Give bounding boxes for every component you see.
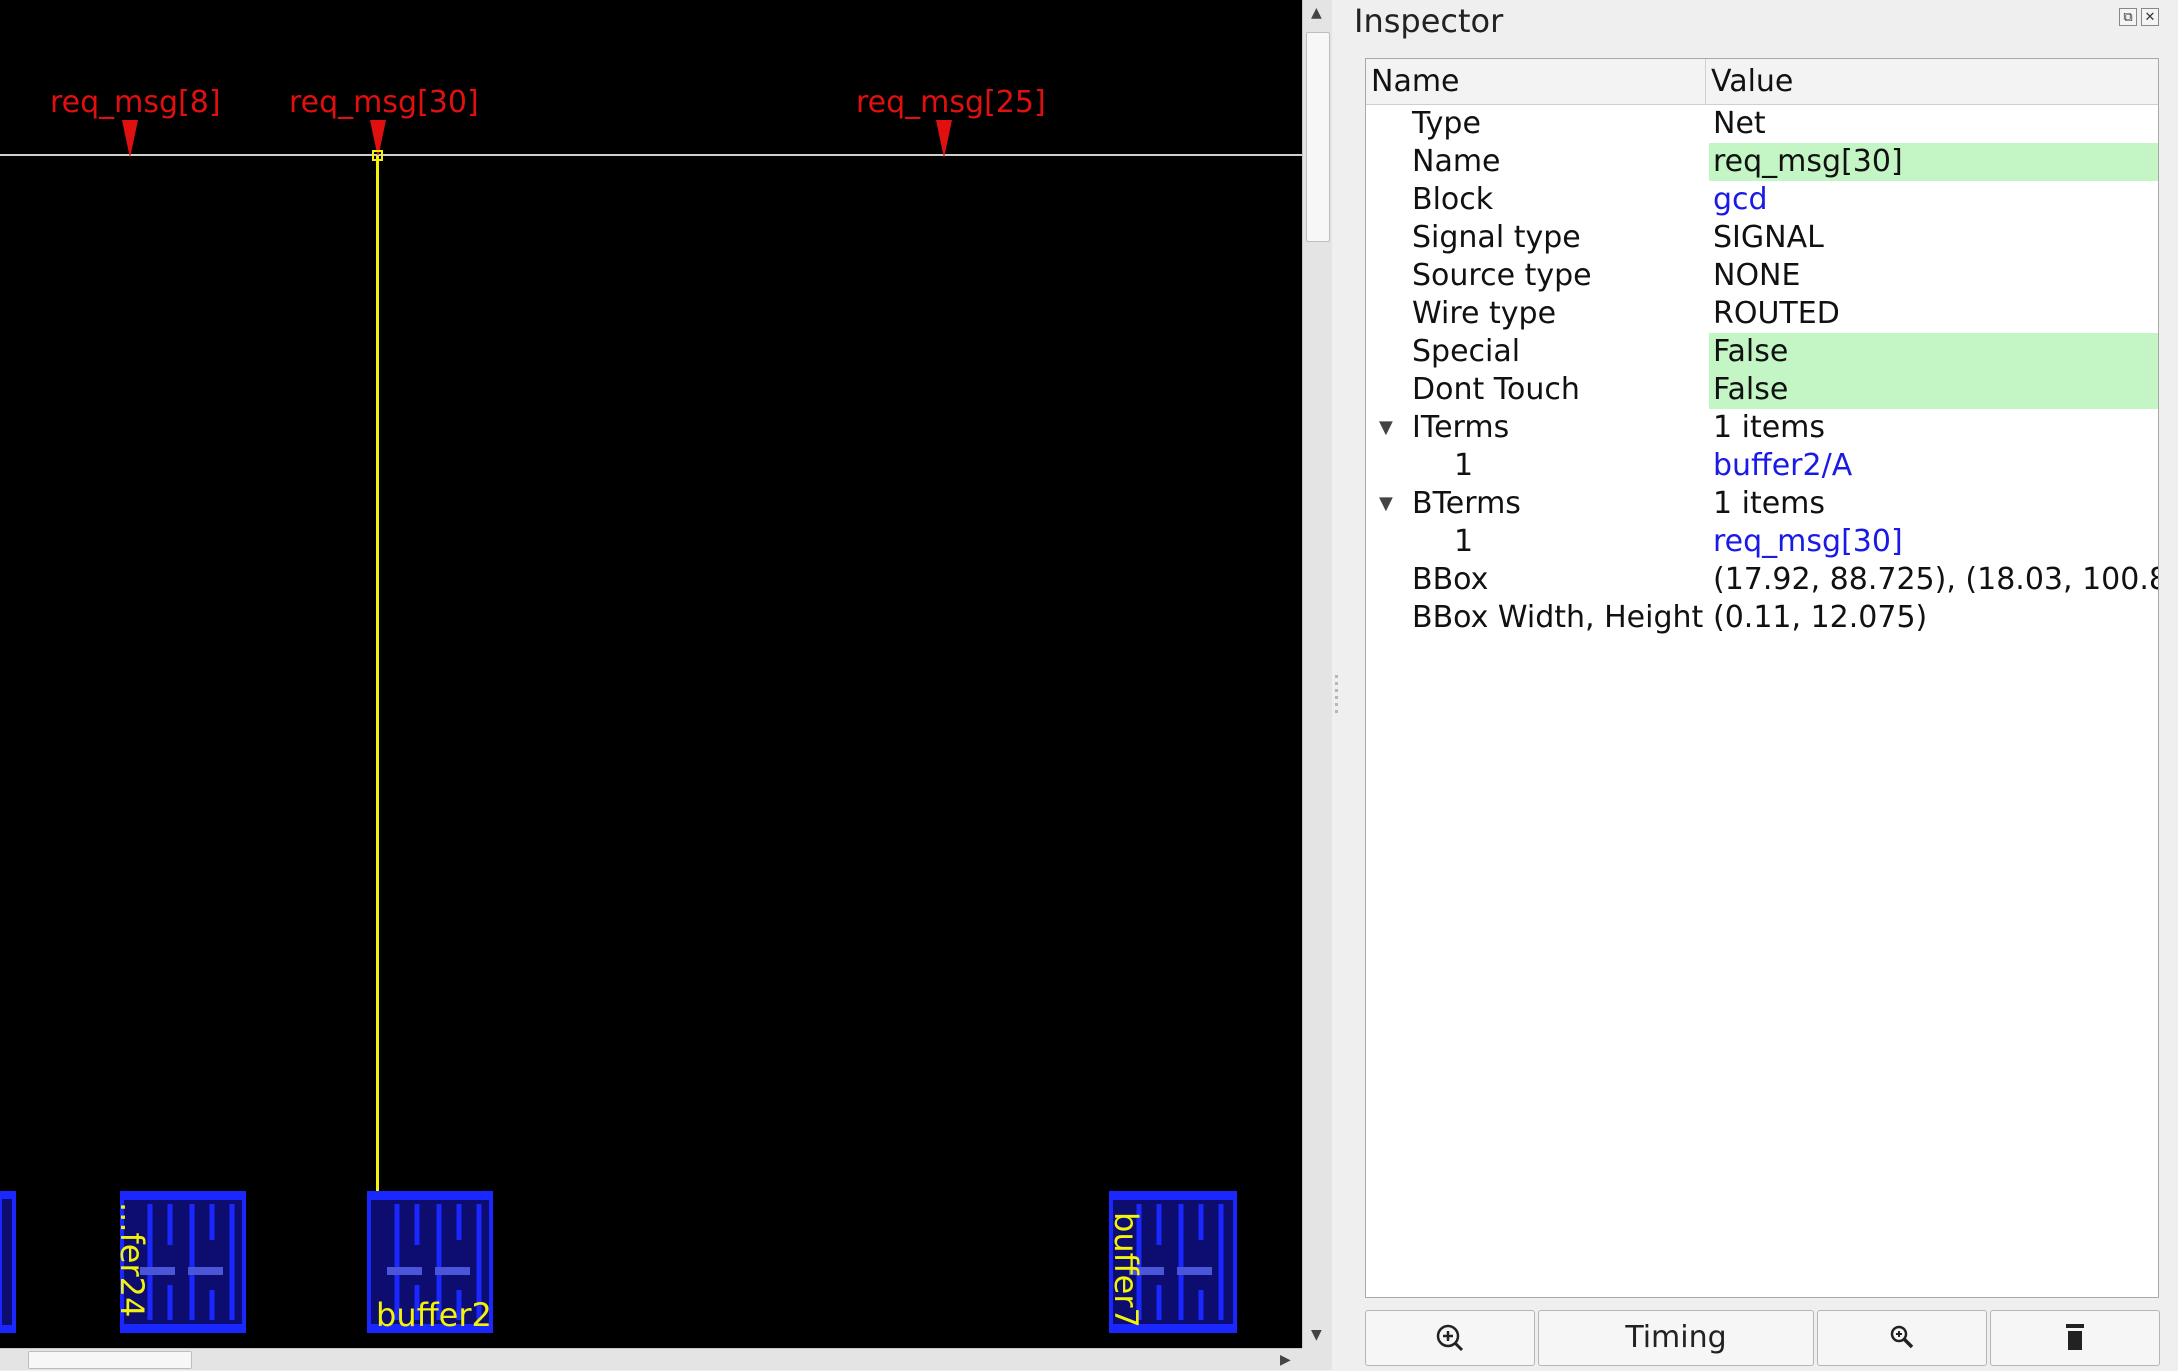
tree-row-bterm-1[interactable]: 1 req_msg[30] — [1366, 523, 2158, 561]
row-value-editable[interactable]: False — [1709, 333, 2158, 371]
inspector-title: Inspector — [1354, 2, 1504, 40]
row-name: Source type — [1412, 258, 1592, 293]
row-name: BTerms — [1412, 486, 1521, 521]
row-name: Type — [1412, 106, 1481, 141]
clear-selection-button[interactable] — [1990, 1310, 2160, 1366]
tree-row-bbox[interactable]: BBox (17.92, 88.725), (18.03, 100.8) — [1366, 561, 2158, 599]
row-name: Special — [1412, 334, 1521, 369]
row-value-editable[interactable]: False — [1709, 371, 2158, 409]
row-value: (17.92, 88.725), (18.03, 100.8) — [1713, 562, 2159, 597]
timing-button[interactable]: Timing — [1538, 1310, 1814, 1366]
row-value: (0.11, 12.075) — [1713, 600, 1928, 635]
row-value-link[interactable]: buffer2/A — [1709, 447, 2158, 485]
tree-row-block[interactable]: Block gcd — [1366, 181, 2158, 219]
inspector-dock: Inspector ⧉ ✕ Name Value Type Net Name r… — [1342, 0, 2178, 1370]
tree-row-bbox-size[interactable]: BBox Width, Height (0.11, 12.075) — [1366, 599, 2158, 637]
dock-float-icon[interactable]: ⧉ — [2119, 8, 2137, 26]
row-value: Net — [1713, 106, 1766, 141]
row-name: 1 — [1454, 524, 1474, 559]
splitter-grip-icon — [1335, 675, 1338, 715]
scroll-up-arrow-icon[interactable]: ▲ — [1311, 6, 1322, 20]
row-name: Block — [1412, 182, 1494, 217]
layout-canvas[interactable]: req_msg[8] req_msg[30] req_msg[25] ...fe… — [0, 0, 1302, 1348]
row-value-link[interactable]: gcd — [1709, 181, 2158, 219]
focus-button[interactable] — [1817, 1310, 1987, 1366]
trash-icon — [2066, 1324, 2084, 1350]
vertical-scrollbar[interactable]: ▲ ▼ — [1302, 0, 1332, 1348]
tree-row-type[interactable]: Type Net — [1366, 105, 2158, 143]
zoom-plus-icon — [1436, 1324, 1464, 1352]
row-name: 1 — [1454, 448, 1474, 483]
dock-close-icon[interactable]: ✕ — [2141, 8, 2159, 26]
row-name: ITerms — [1412, 410, 1510, 445]
row-value: NONE — [1713, 258, 1801, 293]
tree-row-source-type[interactable]: Source type NONE — [1366, 257, 2158, 295]
row-value: 1 items — [1713, 410, 1826, 445]
row-name: Signal type — [1412, 220, 1581, 255]
pin-marker-req-msg-8 — [122, 120, 138, 158]
column-header-name[interactable]: Name — [1366, 59, 1706, 104]
row-name: BBox Width, Height — [1412, 600, 1704, 635]
tree-row-iterm-1[interactable]: 1 buffer2/A — [1366, 447, 2158, 485]
inspector-tree[interactable]: Name Value Type Net Name req_msg[30] Blo… — [1365, 58, 2159, 1298]
dock-splitter[interactable] — [1332, 0, 1342, 1370]
row-value: SIGNAL — [1713, 220, 1824, 255]
tree-row-special[interactable]: Special False — [1366, 333, 2158, 371]
row-value-editable[interactable]: req_msg[30] — [1709, 143, 2158, 181]
instance-label-buffer2: buffer2 — [376, 1296, 492, 1334]
tree-row-name[interactable]: Name req_msg[30] — [1366, 143, 2158, 181]
tree-row-signal-type[interactable]: Signal type SIGNAL — [1366, 219, 2158, 257]
row-value: ROUTED — [1713, 296, 1840, 331]
row-value-link[interactable]: req_msg[30] — [1709, 523, 2158, 561]
tree-row-iterms[interactable]: ▼ ITerms 1 items — [1366, 409, 2158, 447]
row-value: 1 items — [1713, 486, 1826, 521]
net-wire-req-msg-30 — [376, 155, 379, 1273]
instance-label-buffer7: buffer7 — [1107, 1212, 1145, 1328]
magnifier-icon — [1890, 1325, 1914, 1349]
pin-label-req-msg-8: req_msg[8] — [50, 85, 221, 120]
scroll-down-arrow-icon[interactable]: ▼ — [1311, 1328, 1322, 1342]
pin-label-req-msg-30: req_msg[30] — [289, 85, 479, 120]
tree-row-bterms[interactable]: ▼ BTerms 1 items — [1366, 485, 2158, 523]
pin-label-req-msg-25: req_msg[25] — [856, 85, 1046, 120]
zoom-to-button[interactable] — [1365, 1310, 1535, 1366]
layout-drawing — [0, 120, 1302, 1333]
horizontal-scroll-thumb[interactable] — [28, 1351, 192, 1369]
row-name: BBox — [1412, 562, 1489, 597]
expand-arrow-icon[interactable]: ▼ — [1379, 485, 1393, 523]
scroll-right-arrow-icon[interactable]: ▶ — [1280, 1353, 1291, 1367]
tree-header: Name Value — [1366, 59, 2158, 105]
tree-row-wire-type[interactable]: Wire type ROUTED — [1366, 295, 2158, 333]
pin-marker-req-msg-25 — [936, 120, 952, 158]
horizontal-scrollbar[interactable]: ▶ — [0, 1348, 1302, 1370]
row-name: Name — [1412, 144, 1501, 179]
scroll-corner — [1302, 1348, 1332, 1370]
row-name: Wire type — [1412, 296, 1557, 331]
vertical-scroll-thumb[interactable] — [1306, 32, 1330, 242]
instance-label-buffer24: ...fer24 — [113, 1202, 151, 1318]
column-header-value[interactable]: Value — [1706, 59, 2158, 104]
row-name: Dont Touch — [1412, 372, 1580, 407]
cell-partial-left — [0, 1191, 16, 1333]
tree-row-dont-touch[interactable]: Dont Touch False — [1366, 371, 2158, 409]
expand-arrow-icon[interactable]: ▼ — [1379, 409, 1393, 447]
